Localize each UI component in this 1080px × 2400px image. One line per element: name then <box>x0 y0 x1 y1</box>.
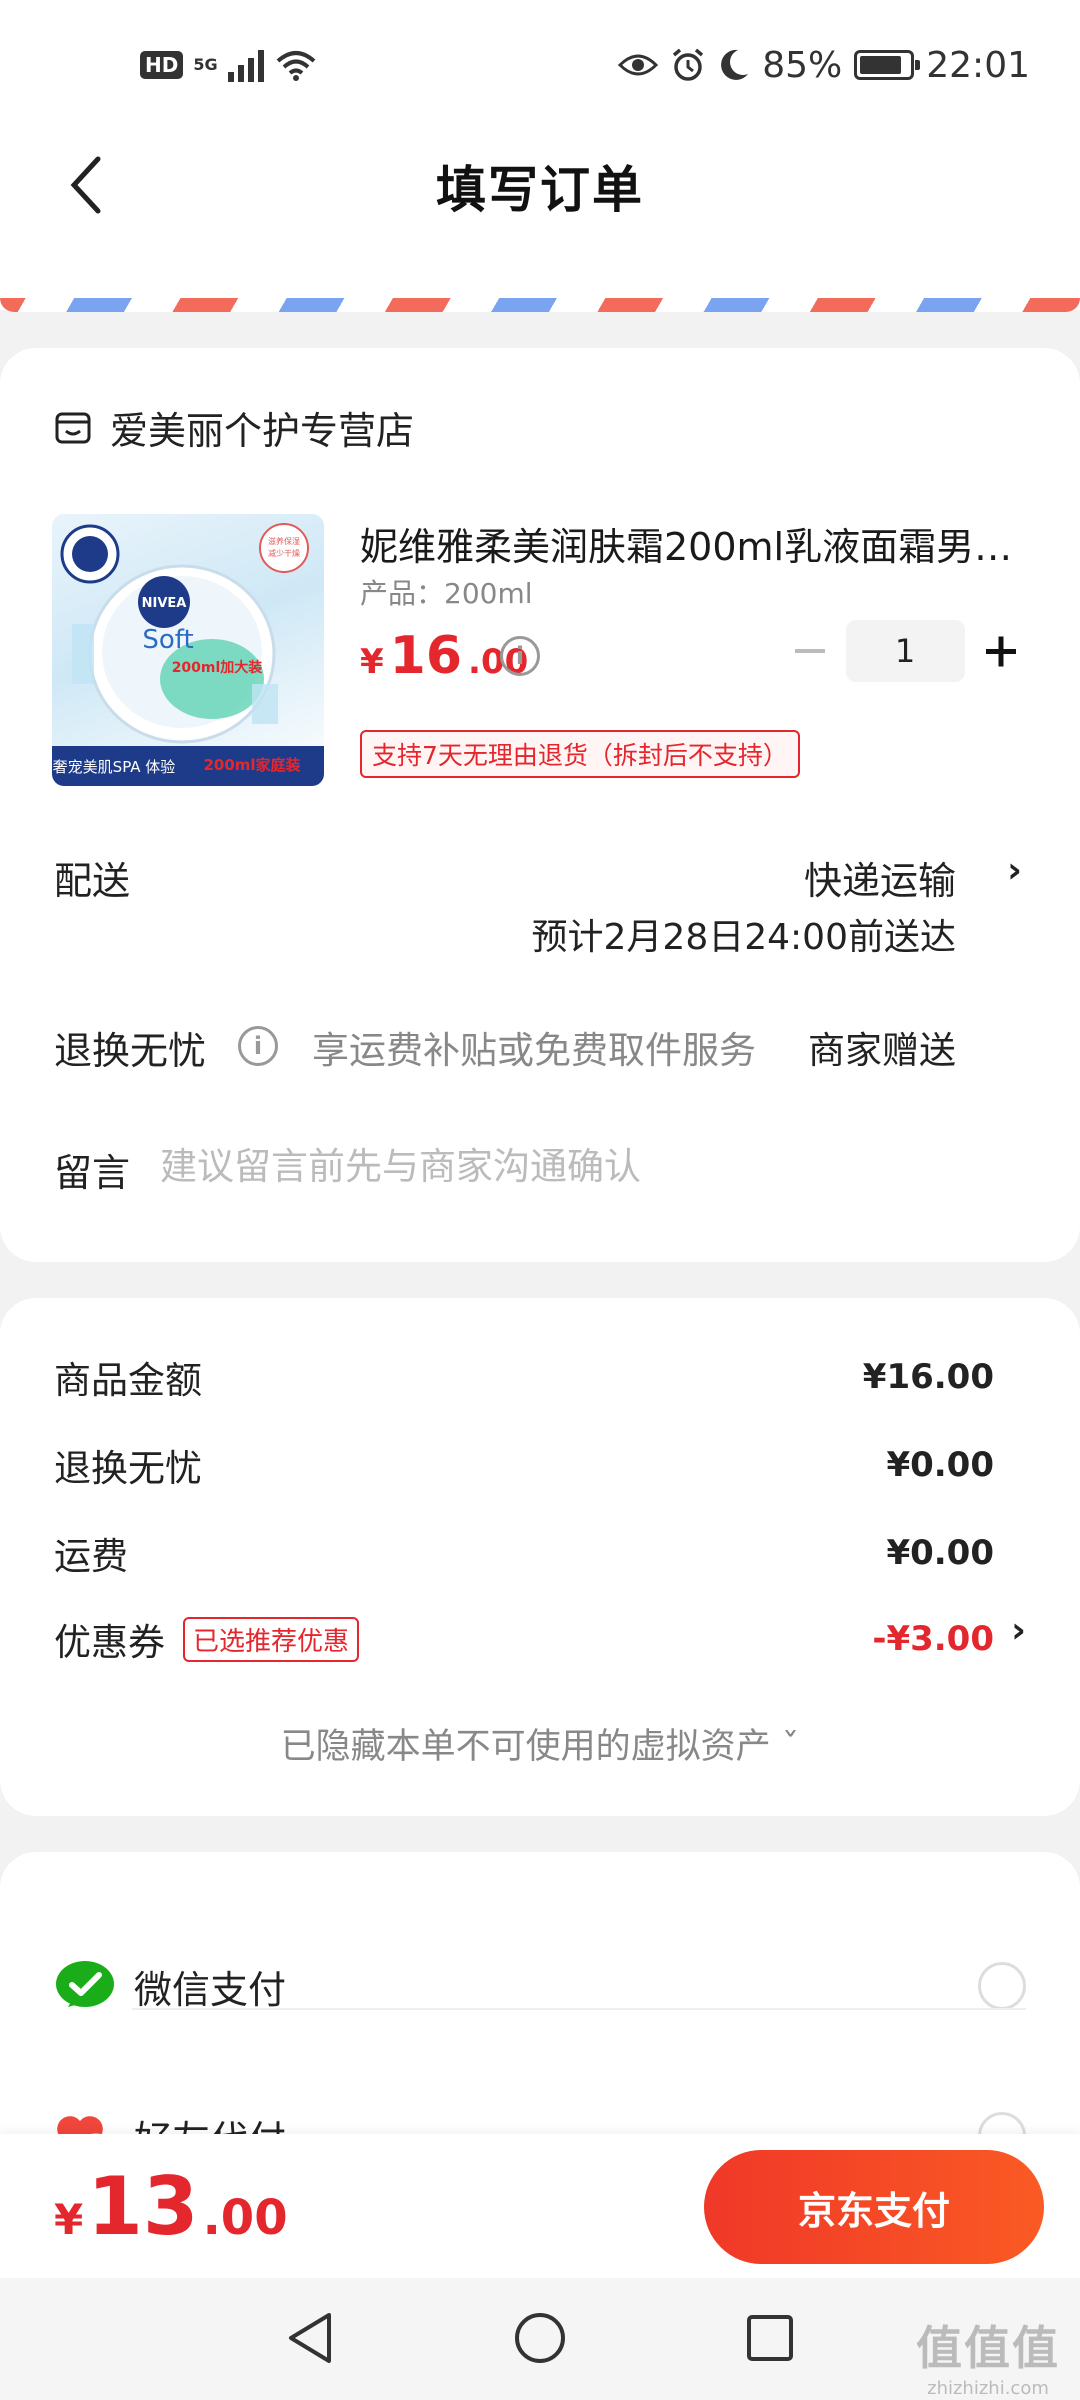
coupon-chevron-icon[interactable]: › <box>1011 1610 1026 1651</box>
coupon-label: 优惠券 <box>54 1621 165 1664</box>
status-left: HD 5G <box>140 40 318 90</box>
delivery-method[interactable]: 快递运输 <box>804 850 956 905</box>
image-banner-right: 200ml家庭装 <box>203 756 301 774</box>
message-input[interactable] <box>160 1138 1020 1194</box>
page-title: 填写订单 <box>436 161 644 219</box>
hd-badge: HD <box>140 51 184 79</box>
alarm-icon <box>673 48 704 81</box>
return-policy-tag: 支持7天无理由退货（拆封后不支持） <box>360 730 800 778</box>
signal-icon <box>227 48 264 82</box>
quantity-stepper: 1 <box>780 620 1030 682</box>
jd-pay-button[interactable]: 京东支付 <box>704 2150 1044 2264</box>
circle-home-icon <box>515 2313 565 2363</box>
worry-free-desc: 享运费补贴或免费取件服务 <box>312 1029 756 1072</box>
goods-amount-value: ¥16.00 <box>862 1357 994 1397</box>
triangle-back-icon <box>289 2313 331 2363</box>
decrease-button[interactable] <box>780 620 840 682</box>
wifi-icon <box>276 51 315 81</box>
network-label: 5G <box>193 55 218 74</box>
square-recents-icon <box>747 2315 793 2361</box>
freight-value: ¥0.00 <box>886 1533 994 1573</box>
minus-icon <box>794 649 825 653</box>
price-symbol: ¥ <box>360 642 384 682</box>
wechat-pay-label: 微信支付 <box>134 1967 287 2012</box>
message-label: 留言 <box>54 1151 131 1195</box>
delivery-label: 配送 <box>54 859 131 903</box>
nav-bar: 填写订单 <box>0 130 1080 240</box>
store-name: 爱美丽个护专营店 <box>110 409 415 453</box>
battery-percent: 85% <box>762 44 843 86</box>
product-image[interactable]: 滋养保湿 减少干燥 NIVEA Soft 200ml加大装 奢宠美肌SPA 体验… <box>52 514 324 786</box>
image-size-label: 200ml加大装 <box>172 659 264 676</box>
summary-worry-row: 退换无忧 ¥0.00 <box>54 1438 994 1492</box>
hidden-assets-toggle[interactable]: 已隐藏本单不可使用的虚拟资产 ˇ <box>0 1718 1080 1769</box>
store-order-card: 爱美丽个护专营店 滋养保湿 减少干燥 NIVEA Soft 200ml加大装 奢… <box>0 348 1080 1262</box>
store-header[interactable]: 爱美丽个护专营店 <box>54 400 414 455</box>
image-line: Soft <box>142 625 193 655</box>
price-summary-card: 商品金额 ¥16.00 退换无忧 ¥0.00 运费 ¥0.00 优惠券 已选推荐… <box>0 1298 1080 1816</box>
coupon-value: -¥3.00 <box>872 1619 994 1659</box>
summary-coupon-row[interactable]: 优惠券 已选推荐优惠 -¥3.00 <box>54 1612 994 1666</box>
nav-recents-button[interactable] <box>740 2308 800 2368</box>
worry-free-amount-value: ¥0.00 <box>886 1445 994 1485</box>
wechat-pay-icon <box>54 1955 116 2017</box>
price-info-icon[interactable]: i <box>500 636 540 676</box>
summary-freight-row: 运费 ¥0.00 <box>54 1526 994 1580</box>
worry-free-gift: 商家赠送 <box>808 1029 956 1072</box>
total-price: ¥13.00 <box>54 2160 288 2253</box>
product-spec: 产品：200ml <box>360 577 533 610</box>
quantity-value[interactable]: 1 <box>845 620 965 682</box>
eye-icon <box>618 54 659 76</box>
coupon-tag: 已选推荐优惠 <box>183 1616 360 1662</box>
freight-label: 运费 <box>54 1535 128 1578</box>
image-brand: NIVEA <box>142 596 187 611</box>
goods-amount-label: 商品金额 <box>54 1359 202 1402</box>
product-picture: 滋养保湿 减少干燥 NIVEA Soft 200ml加大装 奢宠美肌SPA 体验… <box>52 523 324 786</box>
worry-free-amount-label: 退换无忧 <box>54 1447 202 1490</box>
store-icon <box>55 412 91 443</box>
nav-back-button[interactable] <box>280 2308 340 2368</box>
product-title[interactable]: 妮维雅柔美润肤霜200ml乳液面霜男… <box>360 516 1020 571</box>
watermark-logo: 值值值 <box>916 2321 1060 2375</box>
payment-option-wechat[interactable]: 微信支付 <box>54 1936 1026 2036</box>
worry-free-info-icon[interactable]: i <box>238 1026 278 1066</box>
battery-icon <box>854 50 921 80</box>
battery-level <box>860 56 902 74</box>
stamp-text-1: 滋养保湿 <box>268 536 300 546</box>
header-area: HD 5G 85% 22:01 填写订单 <box>0 0 1080 310</box>
total-integer: 13 <box>87 2160 199 2253</box>
stamp-text-2: 减少干燥 <box>268 548 300 558</box>
total-symbol: ¥ <box>54 2195 84 2244</box>
increase-button[interactable] <box>971 620 1031 682</box>
worry-free-label: 退换无忧 <box>54 1029 207 1073</box>
status-bar: HD 5G 85% 22:01 <box>0 40 1080 90</box>
watermark-url: zhizhizhi.com <box>927 2378 1049 2399</box>
status-right: 85% 22:01 <box>618 40 1030 90</box>
checkout-bar: ¥13.00 京东支付 <box>0 2134 1080 2278</box>
wechat-pay-radio[interactable] <box>978 1962 1026 2010</box>
summary-goods-row: 商品金额 ¥16.00 <box>54 1350 994 1404</box>
delivery-eta: 预计2月28日24:00前送达 <box>531 917 956 958</box>
total-decimal: .00 <box>202 2190 288 2246</box>
site-watermark: 值值值 zhizhizhi.com <box>916 2312 1060 2399</box>
price-integer: 16 <box>389 626 463 686</box>
envelope-stripe <box>0 298 1080 312</box>
coupon-label-group: 优惠券 已选推荐优惠 <box>54 1612 360 1666</box>
status-time: 22:01 <box>926 44 1030 86</box>
moon-icon <box>721 49 749 80</box>
image-banner-left: 奢宠美肌SPA 体验 <box>53 758 176 776</box>
chevron-right-icon[interactable]: › <box>1007 850 1022 891</box>
nav-home-button[interactable] <box>510 2308 570 2368</box>
payment-divider <box>132 2008 1026 2010</box>
